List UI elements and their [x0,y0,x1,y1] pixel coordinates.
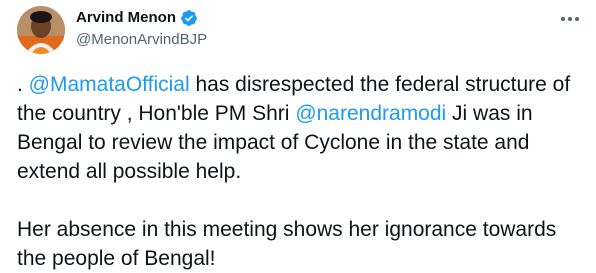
avatar-image [17,6,65,54]
author-name-row: Arvind Menon [76,9,198,27]
text-segment: . [17,73,29,96]
tweet-text: . @MamataOfficial has disrespected the f… [17,70,587,273]
more-options-icon [561,17,565,21]
verified-badge-icon [180,9,198,27]
mention-link-mamataofficial[interactable]: @MamataOfficial [29,73,190,96]
more-options-button[interactable] [558,10,582,28]
tweet-paragraph-1: . @MamataOfficial has disrespected the f… [17,70,587,186]
tweet-paragraph-2: Her absence in this meeting shows her ig… [17,218,557,270]
author-handle[interactable]: @MenonArvindBJP [76,31,207,49]
author-display-name[interactable]: Arvind Menon [76,9,176,27]
tweet-card: Arvind Menon @MenonArvindBJP . @MamataOf… [0,0,596,272]
mention-link-narendramodi[interactable]: @narendramodi [295,102,446,125]
avatar[interactable] [17,6,65,54]
